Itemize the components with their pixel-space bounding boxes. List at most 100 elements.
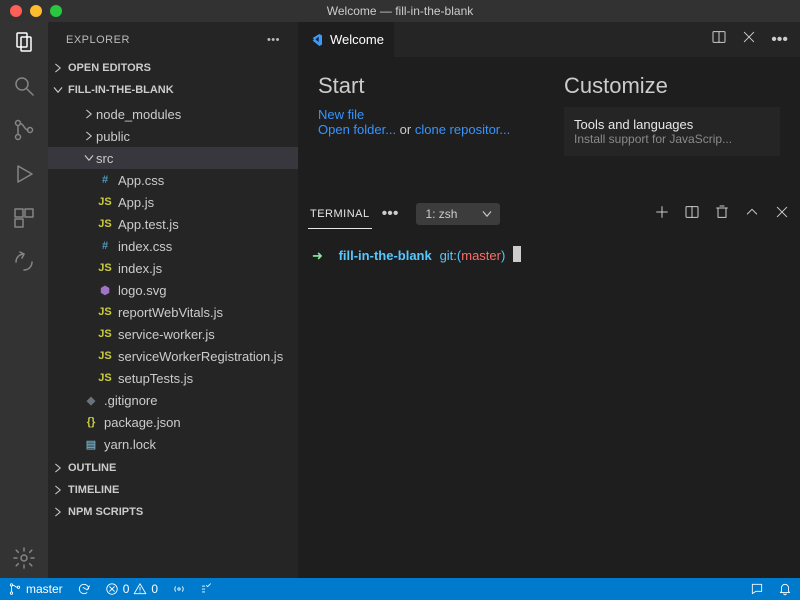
customize-card-tools[interactable]: Tools and languages Install support for …	[564, 107, 780, 156]
js-file-icon: JS	[96, 218, 114, 230]
file-row[interactable]: ⬢logo.svg	[48, 279, 298, 301]
panel-more-icon[interactable]: •••	[382, 205, 399, 223]
extensions-icon[interactable]	[12, 206, 36, 230]
file-row[interactable]: JS service-worker.js	[48, 323, 298, 345]
file-label: serviceWorkerRegistration.js	[118, 349, 283, 364]
status-feedback[interactable]	[750, 582, 764, 596]
run-debug-icon[interactable]	[12, 162, 36, 186]
terminal-shell-select[interactable]: 1: zsh	[416, 203, 500, 225]
maximize-panel-icon[interactable]	[744, 204, 760, 225]
sidebar-title: EXPLORER	[66, 34, 130, 46]
open-editors-section[interactable]: OPEN EDITORS	[48, 57, 298, 79]
status-bell[interactable]	[778, 582, 792, 596]
maximize-window-icon[interactable]	[50, 5, 62, 17]
status-bar: master 0 0	[0, 578, 800, 600]
customize-heading: Customize	[564, 73, 780, 99]
share-icon[interactable]	[12, 250, 36, 274]
minimize-window-icon[interactable]	[30, 5, 42, 17]
tab-more-icon[interactable]: •••	[771, 31, 788, 49]
close-tab-icon[interactable]	[741, 29, 757, 50]
search-icon[interactable]	[12, 74, 36, 98]
check-list-icon	[200, 582, 214, 596]
file-row[interactable]: JS index.js	[48, 257, 298, 279]
file-label: node_modules	[96, 107, 181, 122]
project-section[interactable]: FILL-IN-THE-BLANK	[48, 79, 298, 101]
outline-section[interactable]: OUTLINE	[48, 457, 298, 479]
clone-repository-link[interactable]: clone repositor...	[415, 122, 510, 137]
window-title: Welcome — fill-in-the-blank	[0, 4, 800, 18]
terminal-body[interactable]: ➜ fill-in-the-blank git:(master)	[298, 230, 800, 578]
feedback-icon	[750, 582, 764, 596]
file-label: public	[96, 129, 130, 144]
status-branch[interactable]: master	[8, 582, 63, 596]
file-row[interactable]: JSreportWebVitals.js	[48, 301, 298, 323]
file-row[interactable]: JS App.test.js	[48, 213, 298, 235]
git-file-icon: ◆	[82, 394, 100, 407]
js-file-icon: JS	[96, 350, 114, 362]
css-file-icon: #	[96, 240, 114, 252]
explorer-icon[interactable]	[12, 30, 36, 54]
file-row[interactable]: {}package.json	[48, 411, 298, 433]
file-row[interactable]: JS serviceWorkerRegistration.js	[48, 345, 298, 367]
close-panel-icon[interactable]	[774, 204, 790, 225]
file-label: src	[96, 151, 113, 166]
broadcast-icon	[172, 582, 186, 596]
source-control-icon[interactable]	[12, 118, 36, 142]
panel-tabs: TERMINAL ••• 1: zsh	[298, 198, 800, 230]
explorer-sidebar: EXPLORER ••• OPEN EDITORS FILL-IN-THE-BL…	[48, 22, 298, 578]
sidebar-header: EXPLORER •••	[48, 22, 298, 57]
sync-icon	[77, 582, 91, 596]
npm-scripts-section[interactable]: NPM SCRIPTS	[48, 501, 298, 523]
chevron-right-icon	[82, 130, 96, 142]
folder-row[interactable]: public	[48, 125, 298, 147]
new-terminal-icon[interactable]	[654, 204, 670, 225]
svg-file-icon: ⬢	[96, 284, 114, 297]
js-file-icon: JS	[96, 372, 114, 384]
new-file-link[interactable]: New file	[318, 107, 364, 122]
file-row[interactable]: # index.css	[48, 235, 298, 257]
file-row[interactable]: # App.css	[48, 169, 298, 191]
split-terminal-icon[interactable]	[684, 204, 700, 225]
sidebar-more-icon[interactable]: •••	[267, 34, 280, 46]
split-editor-icon[interactable]	[711, 29, 727, 50]
js-file-icon: JS	[96, 196, 114, 208]
timeline-section[interactable]: TIMELINE	[48, 479, 298, 501]
folder-row[interactable]: src	[48, 147, 298, 169]
file-label: package.json	[104, 415, 181, 430]
file-label: App.js	[118, 195, 154, 210]
terminal-panel: TERMINAL ••• 1: zsh ➜ fill-in-the-blank …	[298, 197, 800, 578]
editor-tabs: Welcome •••	[298, 22, 800, 57]
tab-welcome[interactable]: Welcome	[298, 22, 395, 57]
terminal-tab[interactable]: TERMINAL	[308, 200, 372, 229]
close-window-icon[interactable]	[10, 5, 22, 17]
status-problems[interactable]: 0 0	[105, 582, 158, 596]
file-row[interactable]: JSsetupTests.js	[48, 367, 298, 389]
bell-icon	[778, 582, 792, 596]
file-row[interactable]: ◆ .gitignore	[48, 389, 298, 411]
status-live-server[interactable]	[172, 582, 186, 596]
settings-gear-icon[interactable]	[12, 546, 36, 570]
js-file-icon: JS	[96, 262, 114, 274]
file-row[interactable]: ▤yarn.lock	[48, 433, 298, 455]
file-label: service-worker.js	[118, 327, 215, 342]
file-row[interactable]: JS App.js	[48, 191, 298, 213]
editor-group: Welcome ••• Start New file Open folder..…	[298, 22, 800, 578]
chevron-down-icon	[481, 208, 493, 220]
file-label: .gitignore	[104, 393, 157, 408]
folder-row[interactable]: node_modules	[48, 103, 298, 125]
file-label: App.css	[118, 173, 164, 188]
file-label: index.css	[118, 239, 172, 254]
js-file-icon: JS	[96, 328, 114, 340]
file-label: App.test.js	[118, 217, 179, 232]
kill-terminal-icon[interactable]	[714, 204, 730, 225]
activity-bar	[0, 22, 48, 578]
status-sync[interactable]	[77, 582, 91, 596]
error-icon	[105, 582, 119, 596]
open-folder-link[interactable]: Open folder...	[318, 122, 396, 137]
css-file-icon: #	[96, 174, 114, 186]
file-label: index.js	[118, 261, 162, 276]
file-tree: node_modulespublic src # App.css JS App.js JS A…	[48, 101, 298, 457]
welcome-page: Start New file Open folder... or clone r…	[298, 57, 800, 197]
tab-label: Welcome	[330, 32, 384, 47]
status-prettier[interactable]	[200, 582, 214, 596]
